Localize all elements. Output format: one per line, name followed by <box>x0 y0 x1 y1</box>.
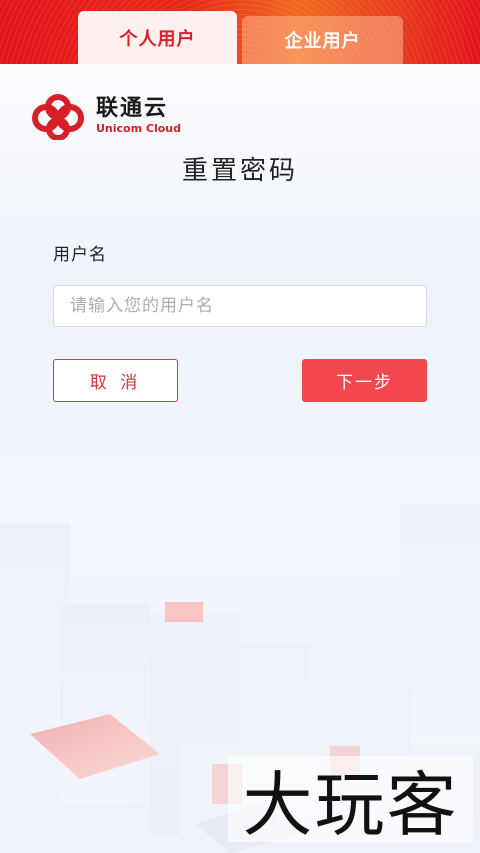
reset-password-panel: 联通云 Unicom Cloud 重置密码 用户名 取 消 下一步 <box>0 64 480 853</box>
page-title: 重置密码 <box>181 156 298 186</box>
username-input[interactable] <box>53 285 427 327</box>
next-step-button[interactable]: 下一步 <box>302 359 427 402</box>
logo-name-en: Unicom Cloud <box>96 122 182 135</box>
unicom-cloud-logo: 联通云 Unicom Cloud <box>26 92 186 140</box>
logo-name-cn: 联通云 <box>96 96 169 121</box>
tab-enterprise-user[interactable]: 企业用户 <box>242 16 403 64</box>
username-label: 用户名 <box>53 245 107 265</box>
top-banner: 个人用户 企业用户 <box>0 0 480 64</box>
cancel-button[interactable]: 取 消 <box>53 359 178 402</box>
unicom-knot-icon <box>32 94 84 140</box>
watermark-text: 大玩客 <box>228 756 473 846</box>
tab-personal-user[interactable]: 个人用户 <box>78 11 237 64</box>
